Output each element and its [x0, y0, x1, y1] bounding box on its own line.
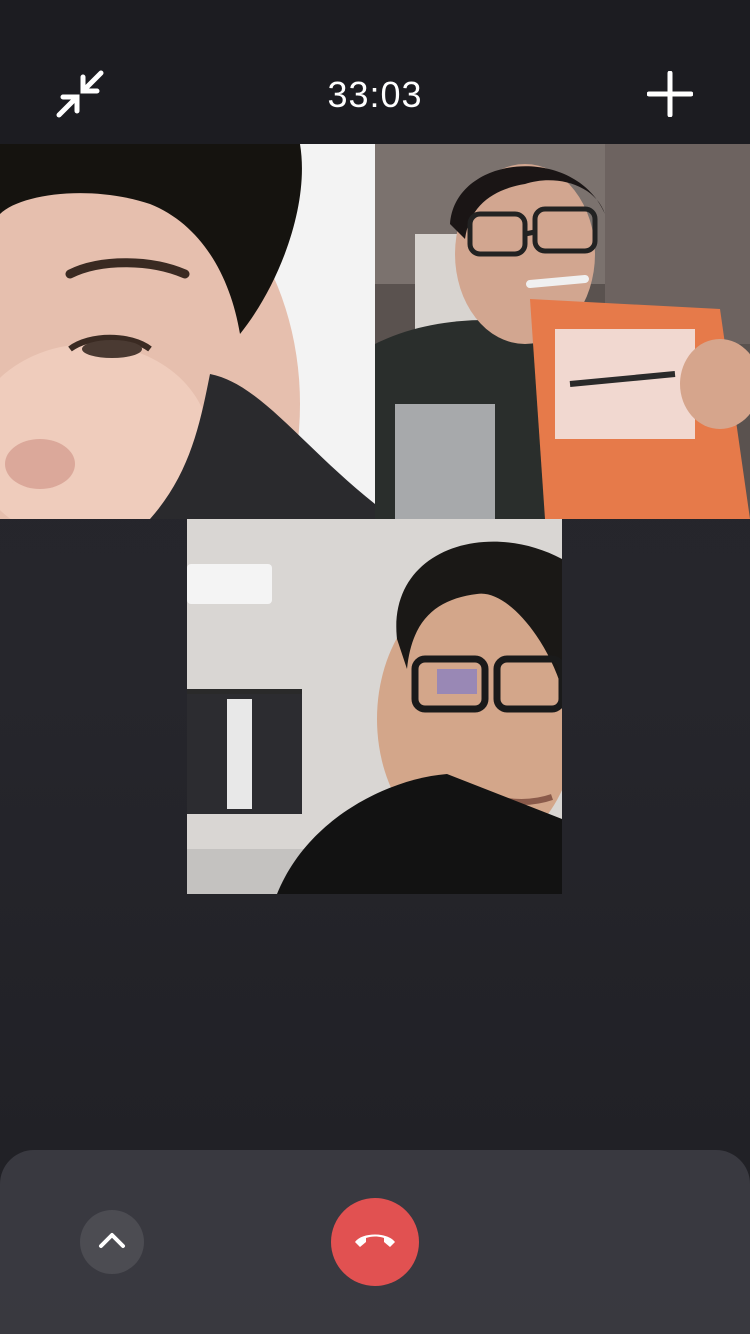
video-call-screen: 33:03	[0, 0, 750, 1334]
hangup-button[interactable]	[331, 1198, 419, 1286]
add-participant-button[interactable]	[640, 66, 700, 126]
expand-controls-button[interactable]	[80, 1210, 144, 1274]
phone-hangup-icon	[352, 1228, 398, 1257]
participant-video-3[interactable]	[187, 519, 562, 894]
call-top-bar: 33:03	[0, 0, 750, 144]
call-controls-panel	[0, 1150, 750, 1334]
plus-icon	[646, 70, 694, 122]
call-timer: 33:03	[327, 74, 423, 115]
chevron-up-icon	[97, 1230, 127, 1255]
participant-video-1[interactable]	[0, 144, 375, 519]
participant-video-2[interactable]	[375, 144, 750, 519]
